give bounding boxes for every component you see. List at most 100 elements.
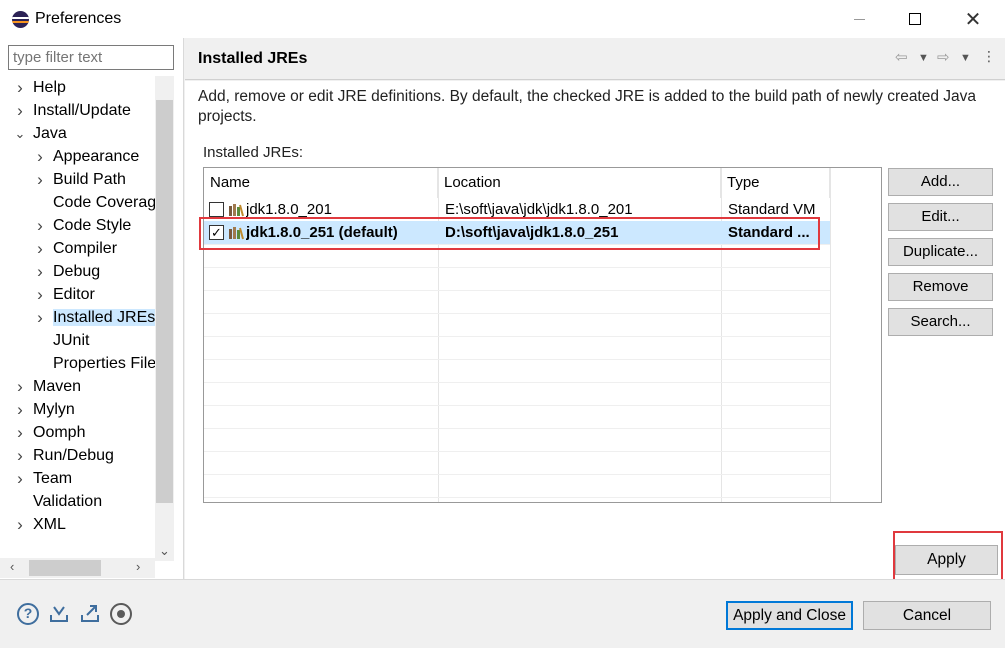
- tree-item-label: Run/Debug: [33, 447, 114, 464]
- tree-horizontal-scrollbar[interactable]: ‹ ›: [0, 558, 155, 578]
- remove-button[interactable]: Remove: [888, 273, 993, 301]
- chevron-right-icon[interactable]: ›: [13, 76, 27, 99]
- add-button[interactable]: Add...: [888, 168, 993, 196]
- scrollbar-thumb[interactable]: [29, 560, 101, 576]
- tree-vertical-scrollbar[interactable]: ⌄: [155, 76, 174, 561]
- tree-item-label: Installed JREs: [53, 309, 155, 326]
- chevron-right-icon[interactable]: ›: [33, 237, 47, 260]
- tree-item[interactable]: › Code Style: [37, 214, 135, 237]
- tree-item-label: Appearance: [53, 148, 140, 165]
- tree-item[interactable]: Validation: [33, 490, 106, 513]
- tree-item[interactable]: › Maven: [17, 375, 85, 398]
- preferences-sidebar: ›Help›Install/Update⌄Java›Appearance›Bui…: [0, 38, 184, 579]
- tree-item[interactable]: › Editor: [37, 283, 99, 306]
- tree-item-label: JUnit: [53, 332, 90, 349]
- tree-item[interactable]: › Mylyn: [17, 398, 79, 421]
- column-header-location[interactable]: Location: [438, 168, 721, 198]
- close-button[interactable]: ✕: [950, 0, 996, 38]
- chevron-down-icon[interactable]: ⌄: [13, 122, 27, 145]
- chevron-right-icon[interactable]: ›: [13, 421, 27, 444]
- tree-item[interactable]: Code Coverage: [53, 191, 155, 214]
- chevron-right-icon[interactable]: ›: [33, 214, 47, 237]
- tree-item-label: Editor: [53, 286, 95, 303]
- tree-item[interactable]: › Run/Debug: [17, 444, 118, 467]
- tree-item-label: XML: [33, 516, 66, 533]
- page-content: Add, remove or edit JRE definitions. By …: [185, 81, 1005, 579]
- duplicate-button[interactable]: Duplicate...: [888, 238, 993, 266]
- scrollbar-thumb[interactable]: [156, 100, 173, 503]
- tree-item[interactable]: JUnit: [53, 329, 93, 352]
- chevron-right-icon[interactable]: ›: [13, 398, 27, 421]
- tree-item-label: Properties Files Editor: [53, 355, 155, 372]
- title-bar: Preferences ✕: [0, 0, 1005, 38]
- tree-item-label: Java: [33, 125, 67, 142]
- preferences-tree: › Help › Install/Update ⌄ Java › Appearance › Bui…: [0, 76, 155, 561]
- tree-item[interactable]: › XML: [17, 513, 70, 536]
- tree-item-label: Code Coverage: [53, 194, 155, 211]
- tree-item[interactable]: Properties Files Editor: [53, 352, 155, 375]
- minimize-button[interactable]: [836, 0, 882, 38]
- page-title: Installed JREs: [198, 50, 308, 67]
- back-menu-icon[interactable]: ▼: [918, 52, 929, 64]
- chevron-right-icon[interactable]: ›: [33, 260, 47, 283]
- forward-icon[interactable]: ⇨: [937, 48, 950, 66]
- tree-item-label: Team: [33, 470, 73, 487]
- scroll-left-icon[interactable]: ‹: [10, 559, 14, 574]
- chevron-right-icon[interactable]: ›: [33, 145, 47, 168]
- dialog-footer: ? Apply and Close Cancel: [0, 579, 1005, 648]
- window-title: Preferences: [35, 10, 122, 27]
- forward-menu-icon[interactable]: ▼: [960, 52, 971, 64]
- edit-button[interactable]: Edit...: [888, 203, 993, 231]
- chevron-right-icon[interactable]: ›: [13, 99, 27, 122]
- tree-item[interactable]: › Installed JREs: [37, 306, 155, 329]
- tree-item-label: Help: [33, 79, 66, 96]
- table-label: Installed JREs:: [203, 144, 304, 161]
- export-icon[interactable]: [79, 603, 101, 625]
- column-header-type[interactable]: Type: [721, 168, 830, 198]
- filter-input[interactable]: [8, 45, 174, 70]
- tree-item-label: Maven: [33, 378, 82, 395]
- back-icon[interactable]: ⇦: [895, 48, 908, 66]
- scroll-right-icon[interactable]: ›: [136, 559, 140, 574]
- tree-item[interactable]: › Help: [17, 76, 70, 99]
- tree-item[interactable]: ⌄ Java: [15, 122, 71, 145]
- cancel-button[interactable]: Cancel: [863, 601, 991, 630]
- annotation-highlight-row: [199, 217, 820, 250]
- search-button[interactable]: Search...: [888, 308, 993, 336]
- chevron-right-icon[interactable]: ›: [33, 168, 47, 191]
- tree-item-label: Install/Update: [33, 102, 131, 119]
- help-icon[interactable]: ?: [17, 603, 39, 625]
- tree-item-label: Mylyn: [33, 401, 75, 418]
- page-description: Add, remove or edit JRE definitions. By …: [198, 88, 977, 125]
- page-header: Installed JREs ⇦ ▼ ⇨ ▼ ⋮: [185, 38, 1005, 80]
- tree-item[interactable]: › Team: [17, 467, 76, 490]
- tree-item[interactable]: › Compiler: [37, 237, 121, 260]
- record-icon[interactable]: [110, 603, 132, 625]
- apply-and-close-button[interactable]: Apply and Close: [726, 601, 853, 630]
- tree-item[interactable]: › Install/Update: [17, 99, 135, 122]
- tree-item[interactable]: › Build Path: [37, 168, 130, 191]
- chevron-right-icon[interactable]: ›: [13, 513, 27, 536]
- view-menu-icon[interactable]: ⋮: [982, 48, 996, 65]
- chevron-right-icon[interactable]: ›: [33, 283, 47, 306]
- jre-checkbox[interactable]: [209, 202, 224, 217]
- tree-item-label: Code Style: [53, 217, 132, 234]
- maximize-button[interactable]: [892, 0, 938, 38]
- chevron-right-icon[interactable]: ›: [13, 467, 27, 490]
- maximize-icon: [909, 13, 921, 25]
- chevron-right-icon[interactable]: ›: [13, 375, 27, 398]
- eclipse-icon: [12, 11, 29, 28]
- scroll-down-icon[interactable]: ⌄: [155, 543, 174, 559]
- tree-item-label: Build Path: [53, 171, 126, 188]
- tree-item[interactable]: › Debug: [37, 260, 104, 283]
- tree-item[interactable]: › Oomph: [17, 421, 89, 444]
- chevron-right-icon[interactable]: ›: [13, 444, 27, 467]
- tree-item-label: Validation: [33, 493, 103, 510]
- jre-library-icon: [229, 204, 244, 217]
- tree-item[interactable]: › Appearance: [37, 145, 143, 168]
- column-header-name[interactable]: Name: [204, 168, 438, 198]
- tree-item-label: Oomph: [33, 424, 86, 441]
- import-icon[interactable]: [48, 603, 70, 625]
- tree-item-label: Debug: [53, 263, 101, 280]
- chevron-right-icon[interactable]: ›: [33, 306, 47, 329]
